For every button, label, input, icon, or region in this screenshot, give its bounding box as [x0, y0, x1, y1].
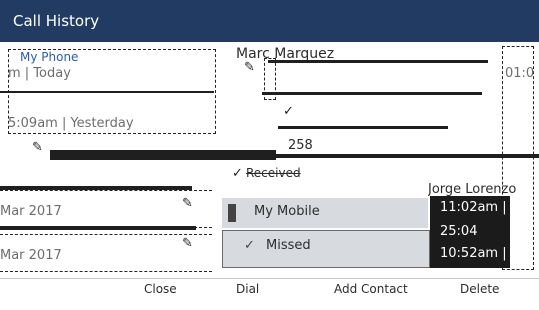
missed-label[interactable]: Missed — [266, 238, 311, 253]
window-title: Call History — [13, 12, 100, 30]
pencil-icon[interactable]: ✎ — [182, 196, 193, 211]
pencil-icon[interactable]: ✎ — [244, 60, 255, 75]
my-phone-label: My Phone — [20, 50, 79, 64]
time-3: 10:52am | 13 — [440, 246, 528, 261]
pencil-icon[interactable]: ✎ — [32, 140, 43, 155]
detail-divider — [278, 126, 448, 129]
time-top: 01:0 — [505, 66, 535, 81]
dial-button[interactable]: Dial — [236, 282, 259, 296]
pencil-icon[interactable]: ✎ — [182, 236, 193, 251]
time-1: 11:02am | 14 — [440, 200, 528, 215]
detail-divider — [268, 60, 488, 63]
add-contact-button[interactable]: Add Contact — [334, 282, 408, 296]
my-mobile-row[interactable] — [222, 198, 428, 228]
check-icon: ✓ — [283, 104, 294, 119]
softkey-divider — [0, 278, 539, 279]
time-2: 25:04 — [440, 224, 478, 239]
received-label: Received — [246, 166, 301, 180]
my-mobile-marker — [228, 204, 236, 222]
contact-number: 258 — [288, 138, 313, 153]
detail-row-frame — [264, 58, 276, 100]
delete-button[interactable]: Delete — [460, 282, 499, 296]
missed-call-icon: ✓ — [244, 238, 255, 253]
list-item-yesterday[interactable]: 5:09am | Yesterday — [8, 116, 134, 131]
list-divider — [50, 150, 276, 160]
detail-divider — [262, 92, 482, 95]
title-bar: Call History — [0, 0, 539, 42]
my-mobile-label[interactable]: My Mobile — [254, 204, 320, 219]
close-button[interactable]: Close — [144, 282, 177, 296]
list-item-today[interactable]: m | Today — [8, 66, 71, 81]
check-icon: ✓ — [232, 166, 243, 181]
list-item-frame — [0, 234, 212, 272]
detail-divider — [276, 154, 539, 158]
list-divider — [0, 91, 214, 93]
list-item-frame — [0, 190, 212, 228]
